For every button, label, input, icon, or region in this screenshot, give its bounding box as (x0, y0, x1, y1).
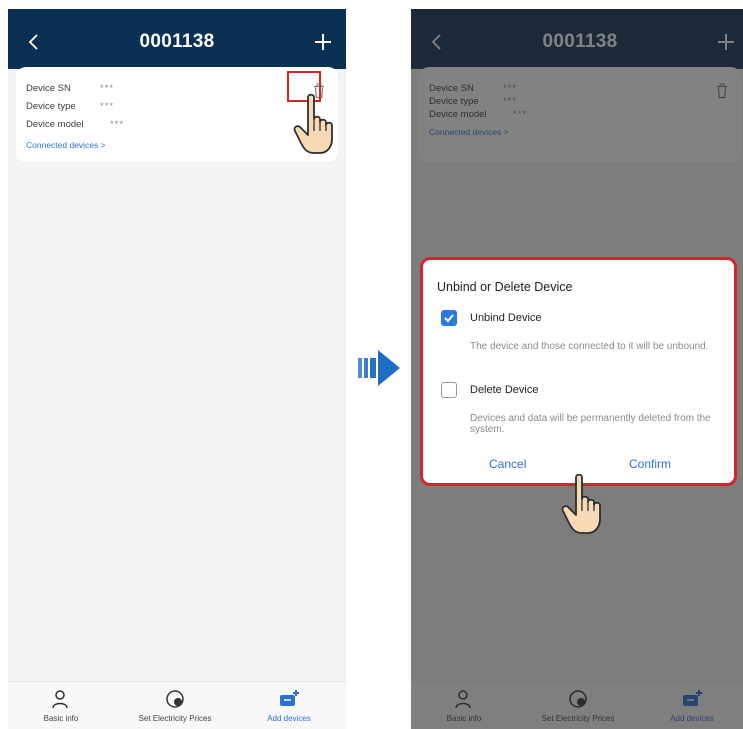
device-sn-label: Device SN (429, 83, 474, 94)
delete-option-description: Devices and data will be permanently del… (470, 413, 711, 435)
nav-set-electricity-prices[interactable]: Set Electricity Prices (523, 688, 633, 723)
device-model-row: Device model *** (26, 119, 124, 130)
app-header: 0001138 (8, 17, 346, 69)
back-button[interactable] (425, 29, 447, 55)
device-type-row: Device type *** (429, 96, 517, 107)
device-sn-value: *** (503, 83, 518, 94)
delete-option-label[interactable]: Delete Device (470, 384, 538, 396)
device-sn-value: *** (100, 83, 115, 94)
pointing-hand-icon (293, 93, 333, 154)
price-icon (166, 690, 184, 708)
bottom-nav: Basic info Set Electricity Prices Add de… (8, 681, 346, 729)
trash-icon[interactable] (715, 83, 729, 99)
nav-basic-info-label: Basic info (446, 714, 482, 723)
page-title: 0001138 (542, 31, 618, 52)
unbind-delete-dialog: Unbind or Delete Device Unbind Device Th… (420, 257, 737, 486)
confirm-button[interactable]: Confirm (629, 457, 671, 471)
chevron-left-icon (28, 34, 38, 50)
back-button[interactable] (22, 29, 44, 55)
connected-devices-link[interactable]: Connected devices > (26, 140, 106, 150)
pointing-hand-icon (561, 473, 601, 534)
nav-add-devices-label: Add devices (267, 714, 311, 723)
device-model-row: Device model *** (429, 109, 527, 120)
plus-icon (718, 34, 734, 50)
page-title: 0001138 (139, 31, 215, 52)
device-model-label: Device model (26, 119, 84, 130)
device-model-value: *** (110, 119, 125, 130)
nav-basic-info-label: Basic info (43, 714, 79, 723)
device-type-label: Device type (429, 96, 479, 107)
device-model-value: *** (513, 109, 528, 120)
device-type-value: *** (503, 96, 518, 107)
nav-add-devices[interactable]: Add devices (637, 688, 743, 723)
price-icon (569, 690, 587, 708)
nav-set-electricity-prices-label: Set Electricity Prices (138, 714, 212, 723)
app-header: 0001138 (411, 17, 743, 69)
unbind-option-description: The device and those connected to it wil… (470, 341, 709, 352)
nav-set-electricity-prices[interactable]: Set Electricity Prices (120, 688, 230, 723)
checkmark-icon (444, 314, 454, 323)
nav-add-devices[interactable]: Add devices (234, 688, 344, 723)
plus-icon (315, 34, 331, 50)
unbind-checkbox[interactable] (441, 310, 457, 326)
nav-basic-info[interactable]: Basic info (411, 688, 519, 723)
device-sn-row: Device SN *** (429, 83, 517, 94)
nav-set-electricity-prices-label: Set Electricity Prices (541, 714, 615, 723)
delete-checkbox[interactable] (441, 382, 457, 398)
device-sn-row: Device SN *** (26, 83, 114, 94)
device-card: Device SN *** Device type *** Device model… (419, 67, 741, 162)
device-type-row: Device type *** (26, 101, 114, 112)
bottom-nav: Basic info Set Electricity Prices Add de… (411, 681, 743, 729)
device-sn-label: Device SN (26, 83, 71, 94)
cancel-button[interactable]: Cancel (489, 457, 526, 471)
nav-basic-info[interactable]: Basic info (8, 688, 116, 723)
connected-devices-link[interactable]: Connected devices > (429, 127, 509, 137)
unbind-option-label[interactable]: Unbind Device (470, 312, 542, 324)
nav-add-devices-label: Add devices (670, 714, 714, 723)
add-device-icon (683, 690, 702, 706)
device-type-label: Device type (26, 101, 76, 112)
person-icon (455, 690, 471, 709)
device-model-label: Device model (429, 109, 487, 120)
dialog-title: Unbind or Delete Device (437, 280, 573, 294)
status-bar (8, 9, 346, 17)
chevron-left-icon (431, 34, 441, 50)
device-type-value: *** (100, 101, 115, 112)
add-button[interactable] (713, 29, 739, 55)
add-button[interactable] (310, 29, 336, 55)
person-icon (52, 690, 68, 709)
status-bar (411, 9, 743, 17)
arrow-right-icon (358, 350, 400, 386)
add-device-icon (280, 690, 299, 706)
